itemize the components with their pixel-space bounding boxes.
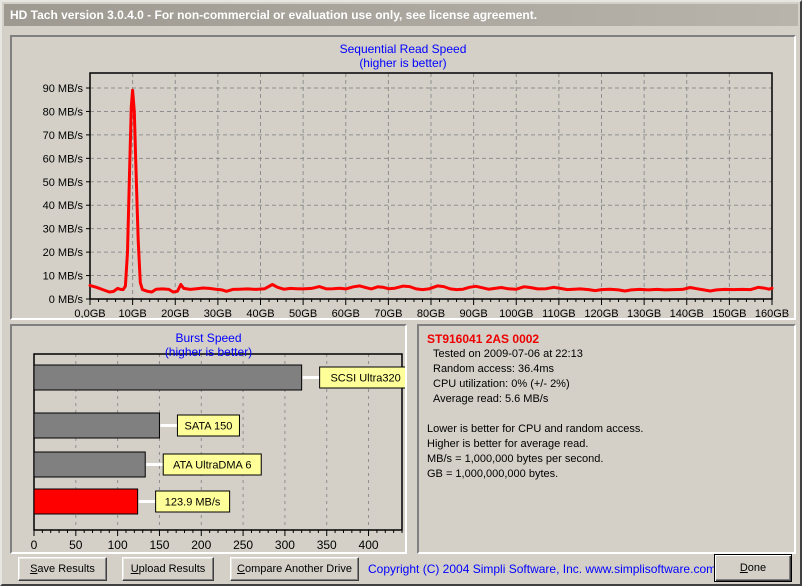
burst-chart-title-line1: Burst Speed bbox=[12, 331, 405, 345]
burst-bar-2 bbox=[34, 452, 145, 477]
burst-bar-3 bbox=[34, 489, 138, 514]
svg-text:90GB: 90GB bbox=[460, 308, 488, 318]
svg-text:400: 400 bbox=[359, 538, 379, 552]
upload-results-button[interactable]: Upload Results bbox=[122, 557, 214, 581]
copyright-text: Copyright (C) 2004 Simpli Software, Inc.… bbox=[368, 562, 704, 576]
window-title: HD Tach version 3.0.4.0 - For non-commer… bbox=[10, 8, 537, 22]
svg-text:10 MB/s: 10 MB/s bbox=[43, 271, 84, 283]
svg-text:120GB: 120GB bbox=[584, 308, 618, 318]
note-lower-is-better: Lower is better for CPU and random acces… bbox=[427, 422, 786, 437]
sequential-chart-title-line2: (higher is better) bbox=[12, 56, 794, 70]
svg-text:130GB: 130GB bbox=[627, 308, 661, 318]
svg-text:0 MB/s: 0 MB/s bbox=[49, 294, 84, 306]
sequential-read-panel: Sequential Read Speed (higher is better)… bbox=[10, 35, 796, 320]
burst-chart-title-line2: (higher is better) bbox=[12, 345, 405, 359]
svg-text:140GB: 140GB bbox=[670, 308, 704, 318]
note-gb-definition: GB = 1,000,000,000 bytes. bbox=[427, 467, 786, 482]
svg-text:50 MB/s: 50 MB/s bbox=[43, 177, 84, 189]
burst-speed-chart: 0 50 100 150 200 250 300 350 400 SCSI Ultra320 SAT… bbox=[12, 326, 405, 552]
svg-text:40GB: 40GB bbox=[246, 308, 274, 318]
svg-text:60 MB/s: 60 MB/s bbox=[43, 153, 84, 165]
svg-text:ATA UltraDMA 6: ATA UltraDMA 6 bbox=[173, 460, 251, 472]
average-read-line: Average read: 5.6 MB/s bbox=[433, 392, 786, 407]
burst-bar-0 bbox=[34, 365, 302, 390]
svg-text:30 MB/s: 30 MB/s bbox=[43, 224, 84, 236]
random-access-line: Random access: 36.4ms bbox=[433, 362, 786, 377]
svg-text:90 MB/s: 90 MB/s bbox=[43, 83, 84, 95]
svg-text:SATA 150: SATA 150 bbox=[185, 421, 233, 433]
svg-text:50GB: 50GB bbox=[289, 308, 317, 318]
svg-text:70GB: 70GB bbox=[374, 308, 402, 318]
svg-text:250: 250 bbox=[233, 538, 253, 552]
svg-text:50: 50 bbox=[69, 538, 83, 552]
svg-text:40 MB/s: 40 MB/s bbox=[43, 200, 84, 212]
svg-text:80GB: 80GB bbox=[417, 308, 445, 318]
sequential-chart-title-line1: Sequential Read Speed bbox=[12, 42, 794, 56]
info-spacer bbox=[427, 407, 786, 422]
burst-speed-panel: Burst Speed (higher is better) 0 50 100 150… bbox=[10, 324, 407, 554]
svg-text:20GB: 20GB bbox=[161, 308, 189, 318]
svg-text:80 MB/s: 80 MB/s bbox=[43, 106, 84, 118]
svg-text:70 MB/s: 70 MB/s bbox=[43, 130, 84, 142]
svg-text:200: 200 bbox=[191, 538, 211, 552]
sequential-chart-title: Sequential Read Speed (higher is better) bbox=[12, 42, 794, 70]
save-results-button[interactable]: Save Results bbox=[18, 557, 107, 581]
svg-text:10GB: 10GB bbox=[119, 308, 147, 318]
svg-text:100GB: 100GB bbox=[499, 308, 533, 318]
svg-text:0: 0 bbox=[31, 538, 38, 552]
svg-text:150GB: 150GB bbox=[712, 308, 746, 318]
svg-text:20 MB/s: 20 MB/s bbox=[43, 247, 84, 259]
drive-info-panel: ST916041 2AS 0002 Tested on 2009-07-06 a… bbox=[417, 324, 796, 554]
svg-text:110GB: 110GB bbox=[542, 308, 575, 318]
svg-text:123.9 MB/s: 123.9 MB/s bbox=[165, 497, 221, 509]
tested-on-line: Tested on 2009-07-06 at 22:13 bbox=[433, 347, 786, 362]
compare-another-drive-button[interactable]: Compare Another Drive bbox=[230, 557, 359, 581]
drive-name: ST916041 2AS 0002 bbox=[427, 332, 786, 347]
svg-text:300: 300 bbox=[275, 538, 295, 552]
svg-text:60GB: 60GB bbox=[332, 308, 360, 318]
svg-text:350: 350 bbox=[317, 538, 337, 552]
svg-text:150: 150 bbox=[149, 538, 169, 552]
app-window: HD Tach version 3.0.4.0 - For non-commer… bbox=[0, 0, 802, 586]
svg-text:100: 100 bbox=[108, 538, 128, 552]
svg-text:SCSI Ultra320: SCSI Ultra320 bbox=[330, 373, 400, 385]
burst-bar-1 bbox=[34, 413, 159, 438]
sequential-read-chart: 0 MB/s 10 MB/s 20 MB/s 30 MB/s 40 MB/s 50 MB/… bbox=[12, 37, 794, 318]
title-bar[interactable]: HD Tach version 3.0.4.0 - For non-commer… bbox=[4, 4, 798, 26]
svg-text:0,0GB: 0,0GB bbox=[74, 308, 105, 318]
burst-chart-title: Burst Speed (higher is better) bbox=[12, 331, 405, 359]
sequential-read-line bbox=[90, 90, 772, 292]
svg-text:30GB: 30GB bbox=[204, 308, 232, 318]
svg-text:160GB: 160GB bbox=[755, 308, 789, 318]
done-button[interactable]: Done bbox=[714, 554, 792, 582]
cpu-utilization-line: CPU utilization: 0% (+/- 2%) bbox=[433, 377, 786, 392]
note-higher-is-better: Higher is better for average read. bbox=[427, 437, 786, 452]
note-mbs-definition: MB/s = 1,000,000 bytes per second. bbox=[427, 452, 786, 467]
